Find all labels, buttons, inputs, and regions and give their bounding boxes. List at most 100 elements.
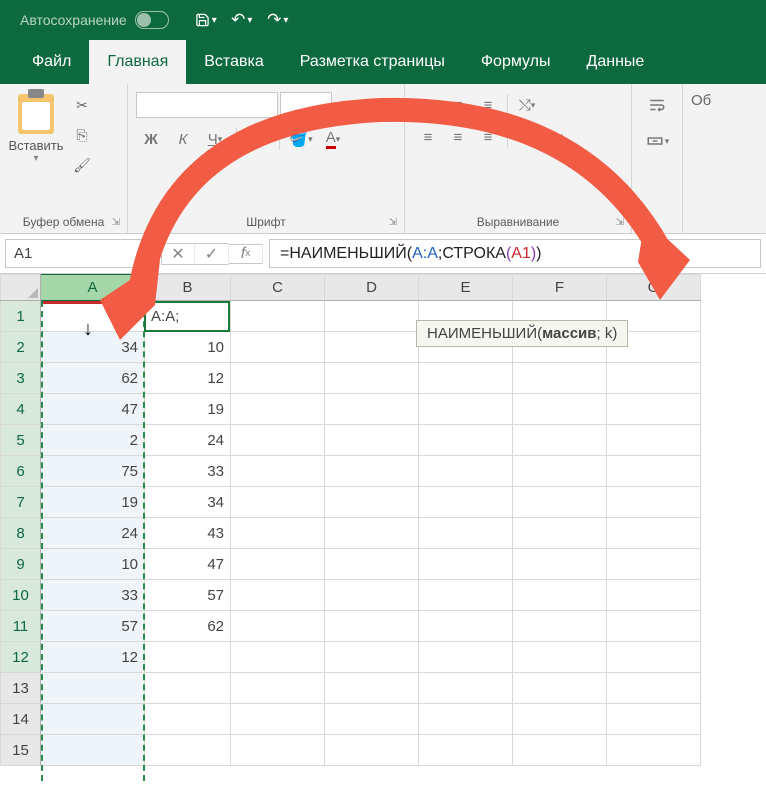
cell[interactable]: 10: [41, 549, 145, 580]
font-color-icon[interactable]: A▾: [318, 126, 348, 152]
cell[interactable]: [231, 363, 325, 394]
cell[interactable]: [607, 735, 701, 766]
cell[interactable]: 62: [41, 363, 145, 394]
cell[interactable]: [513, 487, 607, 518]
cell[interactable]: [607, 394, 701, 425]
cell[interactable]: [607, 642, 701, 673]
dialog-launcher-icon[interactable]: ⇲: [613, 215, 627, 229]
cell[interactable]: [231, 487, 325, 518]
font-name-input[interactable]: [136, 92, 278, 118]
cell[interactable]: 19: [145, 394, 231, 425]
cell[interactable]: [419, 456, 513, 487]
enter-formula-icon[interactable]: ✓: [195, 243, 229, 265]
cell[interactable]: [513, 580, 607, 611]
decrease-indent-icon[interactable]: ⇤: [512, 124, 542, 150]
align-bottom-icon[interactable]: ≡: [473, 92, 503, 118]
cancel-formula-icon[interactable]: ✕: [161, 243, 195, 265]
cell[interactable]: [325, 642, 419, 673]
col-header-a[interactable]: A: [41, 275, 145, 301]
cell[interactable]: A:A;: [145, 301, 231, 332]
select-all-corner[interactable]: [1, 275, 41, 301]
cell[interactable]: [41, 673, 145, 704]
tab-insert[interactable]: Вставка: [186, 40, 281, 84]
row-header[interactable]: 7: [1, 487, 41, 518]
cell[interactable]: [325, 425, 419, 456]
row-header[interactable]: 4: [1, 394, 41, 425]
cell[interactable]: [607, 487, 701, 518]
cell[interactable]: [145, 642, 231, 673]
formula-input[interactable]: =НАИМЕНЬШИЙ(A:A;СТРОКА(A1)): [269, 239, 761, 268]
cell[interactable]: [513, 363, 607, 394]
cell[interactable]: 2: [41, 425, 145, 456]
cell[interactable]: [513, 642, 607, 673]
cell[interactable]: [231, 425, 325, 456]
cell[interactable]: [231, 394, 325, 425]
copy-icon[interactable]: ⎘: [70, 124, 94, 146]
cell[interactable]: [325, 611, 419, 642]
cell[interactable]: 19: [41, 487, 145, 518]
row-header[interactable]: 14: [1, 704, 41, 735]
cell[interactable]: [231, 611, 325, 642]
cell[interactable]: [231, 456, 325, 487]
row-header[interactable]: 12: [1, 642, 41, 673]
italic-icon[interactable]: К: [168, 126, 198, 152]
row-header[interactable]: 15: [1, 735, 41, 766]
save-icon[interactable]: ▾: [195, 9, 217, 31]
align-top-icon[interactable]: ≡: [413, 92, 443, 118]
cell[interactable]: [145, 735, 231, 766]
borders-icon[interactable]: ⊞ ▾: [243, 126, 273, 152]
cell[interactable]: [607, 673, 701, 704]
cell[interactable]: [325, 704, 419, 735]
cell[interactable]: 57: [145, 580, 231, 611]
cell[interactable]: 12: [41, 642, 145, 673]
cell[interactable]: [513, 673, 607, 704]
cell[interactable]: 24: [145, 425, 231, 456]
cell[interactable]: [513, 735, 607, 766]
cell[interactable]: [325, 487, 419, 518]
cell[interactable]: [231, 518, 325, 549]
name-box[interactable]: A1 ▾: [5, 239, 155, 268]
cell[interactable]: [419, 394, 513, 425]
col-header-d[interactable]: D: [325, 275, 419, 301]
cell[interactable]: [325, 735, 419, 766]
cell[interactable]: 33: [145, 456, 231, 487]
cell[interactable]: [419, 363, 513, 394]
cell[interactable]: [513, 518, 607, 549]
cell[interactable]: [419, 549, 513, 580]
row-header[interactable]: 3: [1, 363, 41, 394]
cell[interactable]: [513, 456, 607, 487]
orientation-icon[interactable]: ⤭▾: [512, 92, 542, 118]
cell[interactable]: [607, 456, 701, 487]
row-header[interactable]: 6: [1, 456, 41, 487]
fill-color-icon[interactable]: 🪣▾: [286, 126, 316, 152]
col-header-e[interactable]: E: [419, 275, 513, 301]
wrap-text-icon[interactable]: [640, 90, 674, 120]
cell[interactable]: [325, 332, 419, 363]
increase-font-icon[interactable]: A▴: [334, 92, 364, 118]
cell[interactable]: [325, 456, 419, 487]
align-right-icon[interactable]: ≡: [473, 124, 503, 150]
cell[interactable]: [513, 704, 607, 735]
cell[interactable]: [325, 363, 419, 394]
cell[interactable]: [419, 673, 513, 704]
cell[interactable]: [325, 518, 419, 549]
cell[interactable]: 33: [41, 580, 145, 611]
row-header[interactable]: 1: [1, 301, 41, 332]
cell[interactable]: 12: [145, 363, 231, 394]
col-header-c[interactable]: C: [231, 275, 325, 301]
cell[interactable]: [419, 518, 513, 549]
cell[interactable]: [607, 611, 701, 642]
cell[interactable]: 43: [145, 518, 231, 549]
cell[interactable]: 34: [145, 487, 231, 518]
row-header[interactable]: 13: [1, 673, 41, 704]
cell[interactable]: [419, 487, 513, 518]
spreadsheet-grid[interactable]: A B C D E F G 143A:A;2341036212447195224…: [0, 274, 766, 766]
cell[interactable]: [513, 425, 607, 456]
cell[interactable]: 75: [41, 456, 145, 487]
cell[interactable]: [231, 332, 325, 363]
cell[interactable]: [607, 425, 701, 456]
row-header[interactable]: 10: [1, 580, 41, 611]
cell[interactable]: [513, 549, 607, 580]
cell[interactable]: [41, 704, 145, 735]
cell[interactable]: [231, 301, 325, 332]
